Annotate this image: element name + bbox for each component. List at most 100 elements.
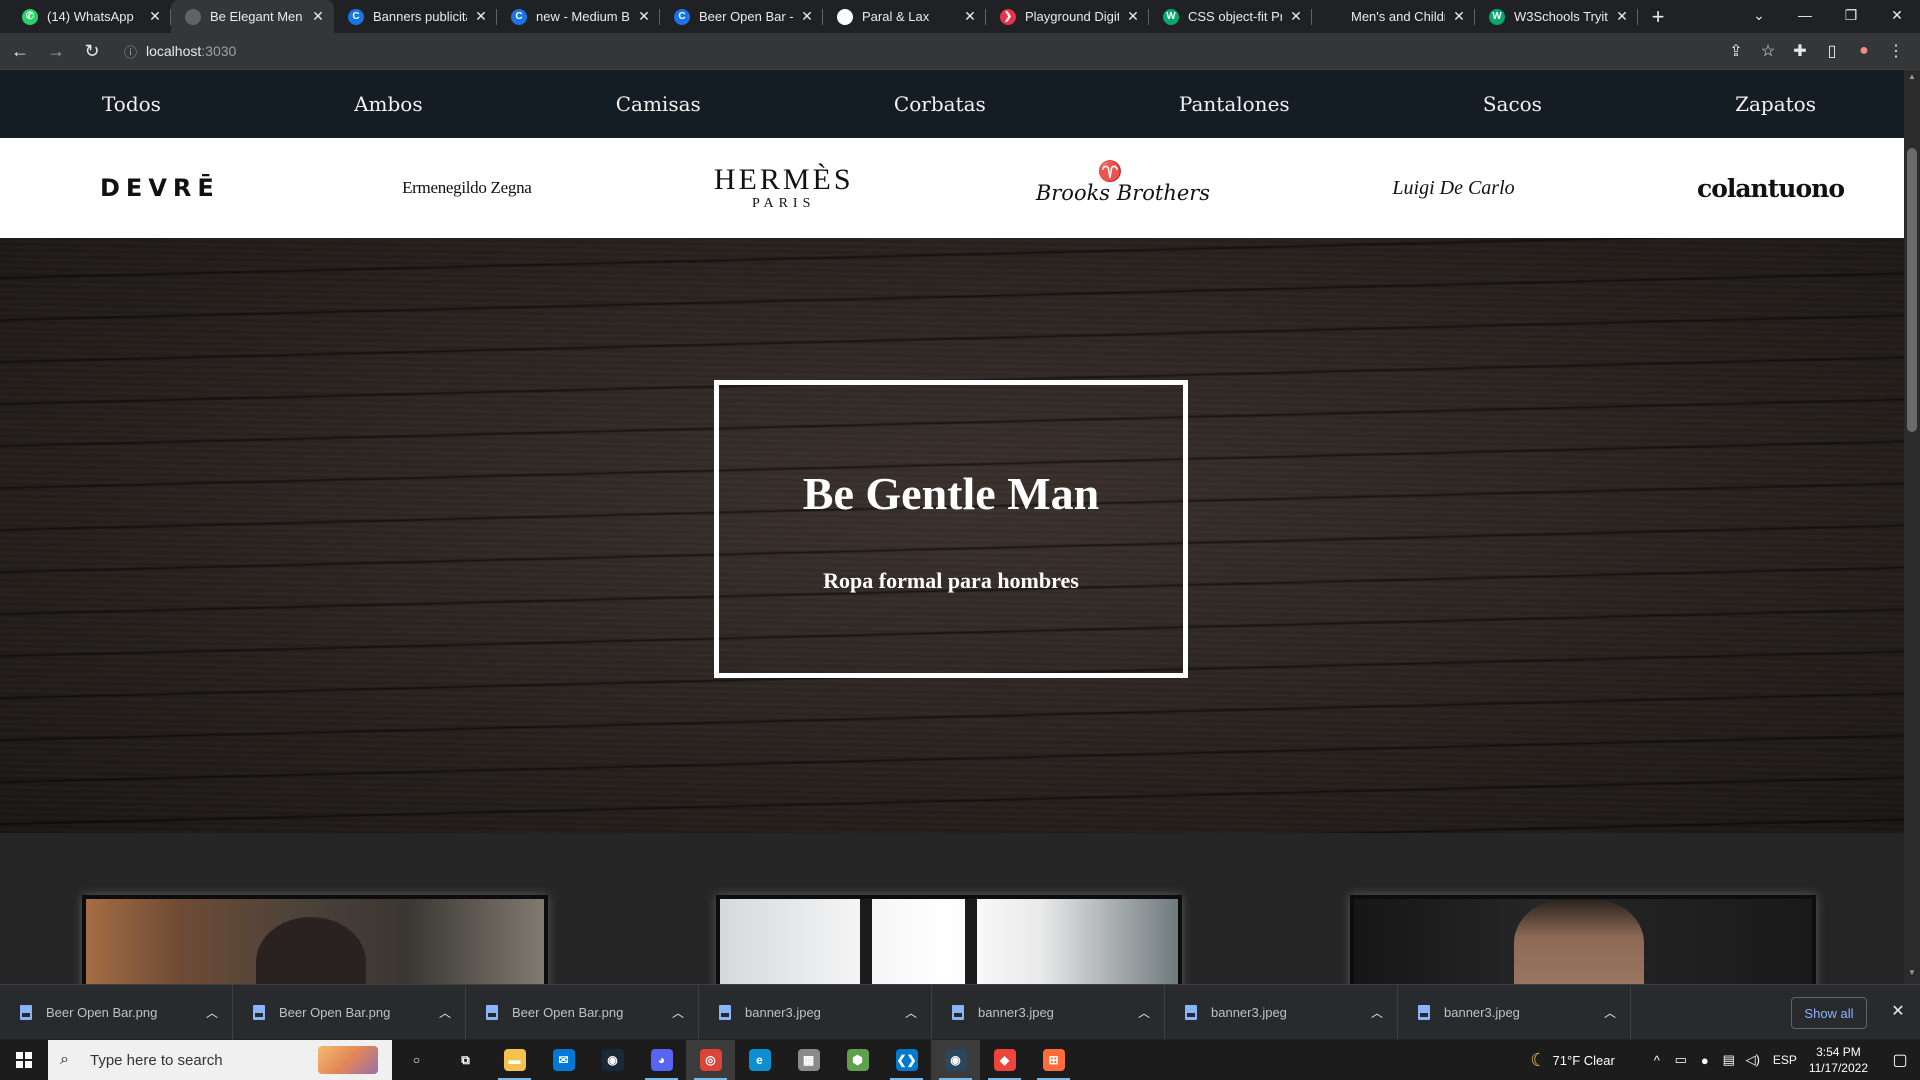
nav-link-corbatas[interactable]: Corbatas xyxy=(894,92,986,116)
download-item[interactable]: banner3.jpeg ︿ xyxy=(932,984,1165,1040)
microphone-icon[interactable]: ● xyxy=(1693,1053,1717,1068)
close-window-button[interactable]: ✕ xyxy=(1874,0,1920,30)
download-options-chevron-icon[interactable]: ︿ xyxy=(891,1004,931,1021)
paint-icon[interactable]: ▦ xyxy=(784,1040,833,1080)
close-tab-icon[interactable]: ✕ xyxy=(962,8,978,25)
close-tab-icon[interactable]: ✕ xyxy=(1288,8,1304,25)
side-panel-icon[interactable]: ▯ xyxy=(1816,35,1848,67)
browser-tab[interactable]: ⬡ Paral & Lax ✕ xyxy=(823,0,986,33)
download-item[interactable]: Beer Open Bar.png ︿ xyxy=(0,984,233,1040)
product-card[interactable] xyxy=(716,895,1182,984)
new-tab-button[interactable]: + xyxy=(1638,0,1678,33)
tab-search-icon[interactable]: ⌄ xyxy=(1736,0,1782,30)
close-tab-icon[interactable]: ✕ xyxy=(147,8,163,25)
edge-icon[interactable]: e xyxy=(735,1040,784,1080)
nodejs-icon[interactable]: ⬢ xyxy=(833,1040,882,1080)
close-download-shelf-icon[interactable]: ✕ xyxy=(1886,999,1910,1023)
close-tab-icon[interactable]: ✕ xyxy=(636,8,652,25)
scroll-up-arrow-icon[interactable]: ▲ xyxy=(1904,72,1920,86)
browser-tab[interactable]: W CSS object-fit Prop ✕ xyxy=(1149,0,1312,33)
download-options-chevron-icon[interactable]: ︿ xyxy=(1124,1004,1164,1021)
brand-logo-brooks-brothers[interactable]: ♈ Brooks Brothers xyxy=(1036,159,1210,205)
browser-tab[interactable]: Be Elegant Men ✕ xyxy=(171,0,334,33)
discord-icon[interactable]: ◕ xyxy=(637,1040,686,1080)
browser-tab[interactable]: Cnew - Medium Bar ✕ xyxy=(497,0,660,33)
page-scrollbar[interactable]: ▲ ▼ xyxy=(1904,70,1920,984)
download-options-chevron-icon[interactable]: ︿ xyxy=(192,1004,232,1021)
nav-link-camisas[interactable]: Camisas xyxy=(616,92,701,116)
forward-button[interactable]: → xyxy=(40,35,72,67)
site-info-icon[interactable]: ⓘ xyxy=(124,42,146,61)
extensions-icon[interactable]: ✚ xyxy=(1784,35,1816,67)
anydesk-icon[interactable]: ◆ xyxy=(980,1040,1029,1080)
brand-logo-colantuono[interactable]: colantuono xyxy=(1697,174,1845,203)
nav-link-ambos[interactable]: Ambos xyxy=(354,92,423,116)
product-card[interactable] xyxy=(1350,895,1816,984)
show-all-downloads-button[interactable]: Show all xyxy=(1791,997,1867,1029)
address-bar[interactable]: ⓘ localhost:3030 xyxy=(116,37,1712,65)
notifications-icon[interactable]: ▢ xyxy=(1880,1050,1920,1070)
browser-tab[interactable]: ❯ Playground Digital ✕ xyxy=(986,0,1149,33)
nav-link-todos[interactable]: Todos xyxy=(102,92,161,116)
chrome-icon[interactable]: ◎ xyxy=(686,1040,735,1080)
browser-tab[interactable]: C Beer Open Bar - Pc ✕ xyxy=(660,0,823,33)
menu-kebab-icon[interactable]: ⋮ xyxy=(1880,35,1912,67)
clock[interactable]: 3:54 PM 11/17/2022 xyxy=(1809,1044,1868,1076)
brand-logo-hermes[interactable]: HERMÈS PARIS xyxy=(714,165,854,211)
download-item[interactable]: banner3.jpeg ︿ xyxy=(1398,984,1631,1040)
scrollbar-thumb[interactable] xyxy=(1907,148,1917,432)
steam-icon[interactable]: ◉ xyxy=(588,1040,637,1080)
nav-link-sacos[interactable]: Sacos xyxy=(1483,92,1542,116)
weather-text[interactable]: 71°F Clear xyxy=(1553,1053,1615,1068)
download-options-chevron-icon[interactable]: ︿ xyxy=(658,1004,698,1021)
task-view-icon[interactable]: ⧉ xyxy=(441,1040,490,1080)
download-filename: Beer Open Bar.png xyxy=(279,1004,391,1020)
browser-tab[interactable]: W W3Schools Tryit Ed ✕ xyxy=(1475,0,1638,33)
download-item[interactable]: Beer Open Bar.png ︿ xyxy=(233,984,466,1040)
close-tab-icon[interactable]: ✕ xyxy=(310,8,326,25)
nav-link-zapatos[interactable]: Zapatos xyxy=(1735,92,1816,116)
taskbar-search[interactable]: ⌕ Type here to search xyxy=(48,1040,392,1080)
postman-icon[interactable]: ⊞ xyxy=(1029,1040,1078,1080)
volume-icon[interactable]: ◁) xyxy=(1741,1052,1765,1068)
bookmark-star-icon[interactable]: ☆ xyxy=(1752,35,1784,67)
reload-button[interactable]: ↻ xyxy=(76,35,108,67)
brand-logo-zegna[interactable]: Ermenegildo Zegna xyxy=(402,178,532,198)
download-item[interactable]: Beer Open Bar.png ︿ xyxy=(466,984,699,1040)
mail-icon[interactable]: ✉ xyxy=(539,1040,588,1080)
brand-logo-devre[interactable]: DEVRĒ xyxy=(100,174,220,202)
close-tab-icon[interactable]: ✕ xyxy=(799,8,815,25)
vscode-icon[interactable]: ❮❯ xyxy=(882,1040,931,1080)
close-tab-icon[interactable]: ✕ xyxy=(1614,8,1630,25)
scroll-down-arrow-icon[interactable]: ▼ xyxy=(1904,968,1920,982)
file-explorer-icon[interactable]: ▬ xyxy=(490,1040,539,1080)
browser-tab[interactable]: C Banners publicitar ✕ xyxy=(334,0,497,33)
close-tab-icon[interactable]: ✕ xyxy=(1451,8,1467,25)
network-icon[interactable]: ▤ xyxy=(1717,1052,1741,1068)
clock-date: 11/17/2022 xyxy=(1808,1061,1868,1075)
codepen-icon: ⬡ xyxy=(837,8,853,25)
brand-logo-luigi-de-carlo[interactable]: Luigi De Carlo xyxy=(1392,177,1514,200)
download-item[interactable]: banner3.jpeg ︿ xyxy=(699,984,932,1040)
browser-tab[interactable]: Men's and Childre ✕ xyxy=(1312,0,1475,33)
product-card[interactable] xyxy=(82,895,548,984)
browser-tab[interactable]: ✆ (14) WhatsApp ✕ xyxy=(8,0,171,33)
steam-running-icon[interactable]: ◉ xyxy=(931,1040,980,1080)
cortana-icon[interactable]: ○ xyxy=(392,1040,441,1080)
nav-link-pantalones[interactable]: Pantalones xyxy=(1179,92,1290,116)
minimize-button[interactable]: — xyxy=(1782,0,1828,30)
share-icon[interactable]: ⇪ xyxy=(1720,35,1752,67)
show-hidden-icons-chevron-icon[interactable]: ^ xyxy=(1645,1053,1669,1068)
close-tab-icon[interactable]: ✕ xyxy=(473,8,489,25)
start-button[interactable] xyxy=(0,1040,48,1080)
download-item[interactable]: banner3.jpeg ︿ xyxy=(1165,984,1398,1040)
download-options-chevron-icon[interactable]: ︿ xyxy=(1357,1004,1397,1021)
restore-button[interactable]: ❐ xyxy=(1828,0,1874,30)
profile-avatar[interactable]: ● xyxy=(1848,35,1880,67)
download-options-chevron-icon[interactable]: ︿ xyxy=(425,1004,465,1021)
close-tab-icon[interactable]: ✕ xyxy=(1125,8,1141,25)
back-button[interactable]: ← xyxy=(4,35,36,67)
input-language[interactable]: ESP xyxy=(1773,1053,1797,1067)
download-options-chevron-icon[interactable]: ︿ xyxy=(1590,1004,1630,1021)
hardware-icon[interactable]: ▭ xyxy=(1669,1052,1693,1068)
